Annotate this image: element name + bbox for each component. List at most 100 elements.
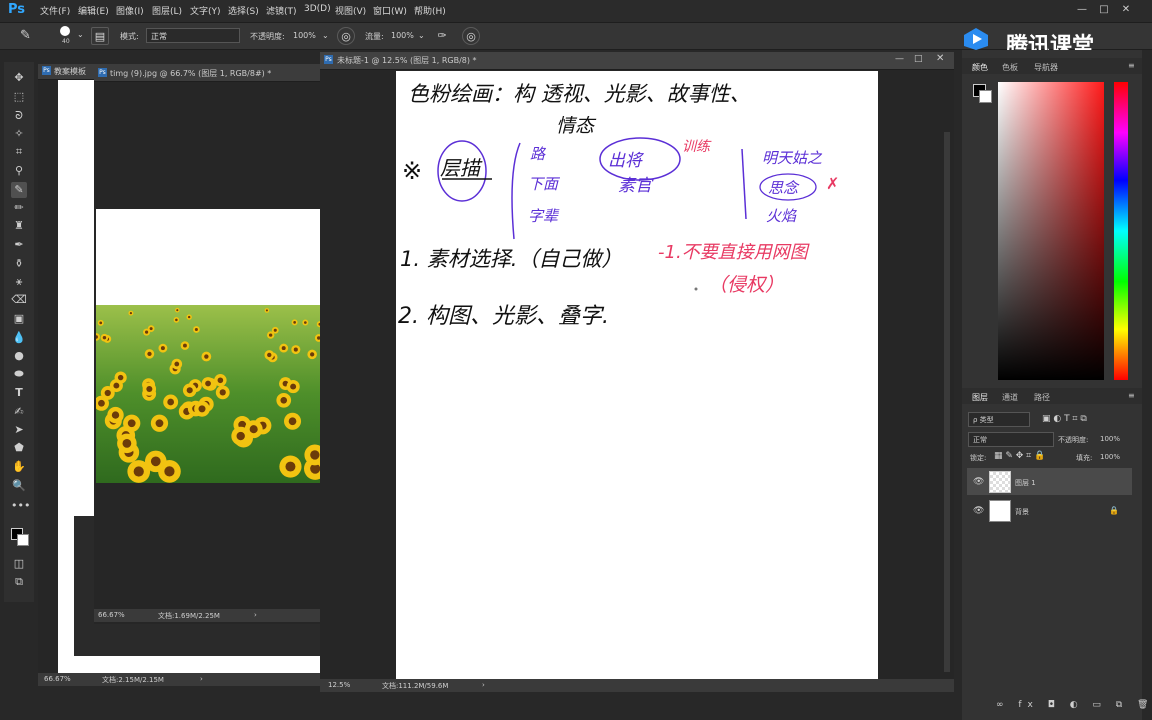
layer-opacity-value[interactable]: 100% bbox=[1100, 435, 1120, 443]
menu-help[interactable]: 帮助(H) bbox=[414, 4, 446, 17]
sunflower-center bbox=[265, 309, 268, 312]
layer-row-layer1[interactable]: 👁 图层 1 bbox=[967, 468, 1132, 495]
menu-image[interactable]: 图像(I) bbox=[116, 4, 144, 17]
eye-icon[interactable]: 👁 bbox=[973, 506, 984, 516]
layer-row-background[interactable]: 👁 背景 🔒 bbox=[967, 497, 1132, 524]
menu-3d[interactable]: 3D(D) bbox=[304, 4, 331, 14]
tab-layers[interactable]: 图层 bbox=[972, 392, 988, 403]
menu-filter[interactable]: 滤镜(T) bbox=[266, 4, 297, 17]
panel-menu-icon[interactable]: ≡ bbox=[1128, 391, 1135, 400]
menu-window[interactable]: 窗口(W) bbox=[373, 4, 407, 17]
shape-tool-icon[interactable]: ⬟ bbox=[11, 440, 27, 456]
fill-label: 填充: bbox=[1076, 454, 1093, 462]
mode-select[interactable]: 正常 bbox=[146, 28, 240, 43]
sunflower-center bbox=[249, 425, 258, 434]
handwriting-line1b: 情态 bbox=[556, 115, 597, 137]
menu-view[interactable]: 视图(V) bbox=[335, 4, 366, 17]
tab-paths[interactable]: 路径 bbox=[1034, 392, 1050, 403]
pressure-opacity-icon[interactable]: ◎ bbox=[337, 27, 355, 45]
minimize-doc-button[interactable]: — bbox=[895, 54, 904, 64]
panel-menu-icon[interactable]: ≡ bbox=[1128, 61, 1135, 70]
tab-swatches[interactable]: 色板 bbox=[1002, 62, 1018, 73]
zoom-level[interactable]: 12.5% bbox=[328, 681, 350, 689]
menu-layer[interactable]: 图层(L) bbox=[152, 4, 182, 17]
sunflower-center bbox=[293, 321, 296, 324]
menu-edit[interactable]: 编辑(E) bbox=[78, 4, 109, 17]
layer-name: 背景 bbox=[1015, 508, 1029, 516]
zoom-level[interactable]: 66.67% bbox=[98, 611, 125, 619]
type-tool-icon[interactable]: T bbox=[11, 385, 27, 401]
scrollbar[interactable] bbox=[944, 132, 950, 672]
background-color-swatch[interactable] bbox=[17, 534, 29, 546]
lasso-tool-icon[interactable]: ᘐ bbox=[11, 108, 27, 124]
background-color-swatch[interactable] bbox=[979, 90, 992, 103]
chevron-down-icon[interactable]: ⌄ bbox=[418, 31, 425, 40]
hue-slider[interactable] bbox=[1114, 82, 1128, 380]
zoom-level[interactable]: 66.67% bbox=[44, 675, 71, 683]
magic-wand-icon[interactable]: ✧ bbox=[11, 126, 27, 142]
menu-select[interactable]: 选择(S) bbox=[228, 4, 259, 17]
zoom-tool-icon[interactable]: 🔍 bbox=[11, 478, 27, 494]
brush-tool-icon[interactable]: ✎ bbox=[11, 182, 27, 198]
move-tool-icon[interactable]: ✥ bbox=[11, 70, 27, 86]
maximize-doc-button[interactable]: □ bbox=[914, 54, 923, 64]
path-select-icon[interactable]: ➤ bbox=[11, 422, 27, 438]
pencil-tool-icon[interactable]: ✏ bbox=[11, 200, 27, 216]
sunflower-center bbox=[310, 450, 320, 460]
eraser-tool-icon[interactable]: ⌫ bbox=[11, 292, 27, 308]
history-brush-icon[interactable]: ✒ bbox=[11, 237, 27, 253]
opacity-value[interactable]: 100% bbox=[293, 31, 316, 40]
layer-actions-icons[interactable]: ∞ fx ◘ ◐ ▭ ⧉ 🗑 bbox=[996, 700, 1152, 710]
tab-color[interactable]: 颜色 bbox=[972, 62, 988, 73]
pressure-size-icon[interactable]: ◎ bbox=[462, 27, 480, 45]
status-arrow-icon[interactable]: › bbox=[254, 611, 257, 619]
maximize-button[interactable]: □ bbox=[1096, 3, 1112, 17]
sunflower-center bbox=[145, 330, 149, 334]
sunflower-center bbox=[155, 419, 164, 428]
drawing-canvas[interactable]: 色粉绘画：构 透视、光影、故事性、 情态 ※ 层描 路 下面 字辈 出将 素官 … bbox=[396, 71, 878, 681]
gradient-tool-icon[interactable]: ▣ bbox=[11, 311, 27, 327]
tab-channels[interactable]: 通道 bbox=[1002, 392, 1018, 403]
hand-tool-icon[interactable]: ✋ bbox=[11, 459, 27, 475]
crop-tool-icon[interactable]: ⌗ bbox=[11, 144, 27, 160]
eyedropper-tool-icon[interactable]: ⚲ bbox=[11, 163, 27, 179]
dodge-tool-icon[interactable]: ● bbox=[11, 348, 27, 364]
quick-mask-icon[interactable]: ◫ bbox=[11, 556, 27, 572]
eye-icon[interactable]: 👁 bbox=[973, 477, 984, 487]
clone-stamp-icon[interactable]: ♜ bbox=[11, 218, 27, 234]
lock-icons[interactable]: ▦ ✎ ✥ ⌗ 🔒 bbox=[994, 451, 1045, 461]
art-brush-icon[interactable]: ⚹ bbox=[11, 274, 27, 290]
sponge-tool-icon[interactable]: ⬬ bbox=[11, 366, 27, 382]
blur-tool-icon[interactable]: 💧 bbox=[11, 330, 27, 346]
airbrush-icon[interactable]: ✑ bbox=[433, 27, 451, 45]
more-tools-icon[interactable]: ••• bbox=[11, 498, 30, 514]
doc-tab-untitled[interactable]: Ps 未标题-1 @ 12.5% (图层 1, RGB/8) * — □ ✕ bbox=[320, 52, 954, 70]
flow-value[interactable]: 100% bbox=[391, 31, 414, 40]
stamp-tool-icon[interactable]: ⚱ bbox=[11, 256, 27, 272]
blend-mode-select[interactable]: 正常 bbox=[968, 432, 1054, 447]
chevron-down-icon[interactable]: ⌄ bbox=[77, 30, 84, 39]
chevron-down-icon[interactable]: ⌄ bbox=[322, 31, 329, 40]
brush-tool-icon[interactable]: ✎ bbox=[20, 28, 31, 43]
brush-preview-icon[interactable] bbox=[60, 26, 70, 36]
brush-panel-icon[interactable]: ▤ bbox=[91, 27, 109, 45]
pen-tool-icon[interactable]: ✍ bbox=[11, 404, 27, 420]
color-picker-field[interactable] bbox=[998, 82, 1104, 380]
screen-mode-icon[interactable]: ⧉ bbox=[11, 574, 27, 590]
close-button[interactable]: ✕ bbox=[1118, 3, 1134, 17]
menu-file[interactable]: 文件(F) bbox=[40, 4, 70, 17]
minimize-button[interactable]: — bbox=[1074, 3, 1090, 17]
menu-type[interactable]: 文字(Y) bbox=[190, 4, 221, 17]
close-doc-button[interactable]: ✕ bbox=[936, 53, 944, 64]
layer-opacity-label: 不透明度: bbox=[1058, 436, 1089, 444]
tab-navigator[interactable]: 导航器 bbox=[1034, 62, 1058, 73]
status-arrow-icon[interactable]: › bbox=[200, 675, 203, 683]
layer-filter-select[interactable]: ρ 类型 bbox=[968, 412, 1030, 427]
fill-value[interactable]: 100% bbox=[1100, 453, 1120, 461]
doc-tab-sunflower[interactable]: Ps timg (9).jpg @ 66.7% (图层 1, RGB/8#) * bbox=[94, 66, 324, 82]
status-arrow-icon[interactable]: › bbox=[482, 681, 485, 689]
sunflower-photo[interactable] bbox=[96, 209, 322, 483]
marquee-tool-icon[interactable]: ⬚ bbox=[11, 89, 27, 105]
filter-icons[interactable]: ▣ ◐ T ⌗ ⧉ bbox=[1042, 414, 1087, 424]
sunflower-center bbox=[268, 333, 273, 337]
